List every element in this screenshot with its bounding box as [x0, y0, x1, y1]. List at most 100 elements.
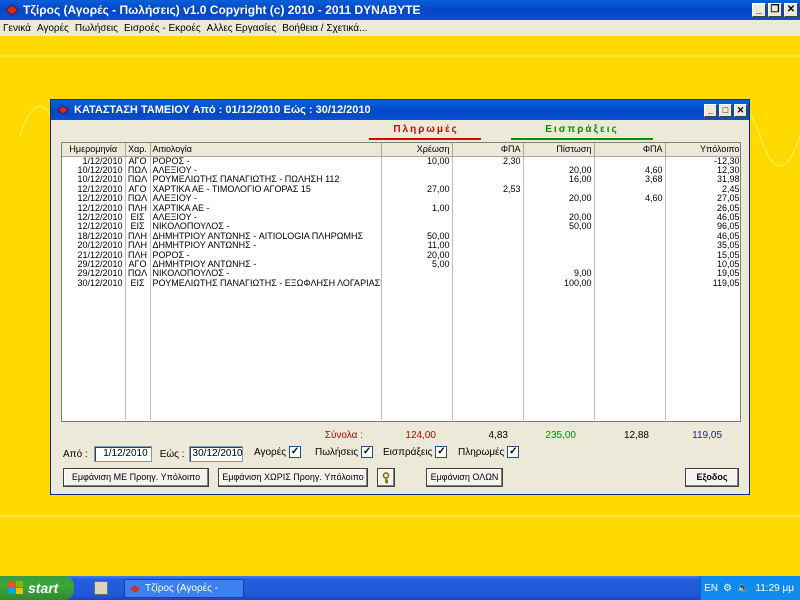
table-row[interactable]: 12/12/2010 ΠΩΛ ΑΛΕΞΙΟΥ - 20,00 4,60 27,05 — [62, 194, 740, 204]
payments-filter: Πληρωμές ✓ — [458, 446, 520, 458]
cell-charge-vat — [452, 203, 524, 213]
close-icon[interactable]: ✕ — [784, 3, 798, 17]
cell-charge-vat — [452, 259, 524, 270]
menu-other-tasks[interactable]: Αλλες Εργασίες — [204, 23, 280, 34]
table-row[interactable]: 1/12/2010 ΑΓΟ ΡΟΡΟΣ -10,00 2,30 -12,30 — [62, 156, 740, 166]
table-row[interactable]: 29/12/2010 ΑΓΟ ΔΗΜΗΤΡΙΟΥ ΑΝΤΩΝΗΣ -5,00 10,0… — [62, 259, 740, 270]
cell-date: 20/12/2010 — [62, 241, 126, 251]
restore-icon[interactable]: ❐ — [768, 3, 782, 17]
menu-general[interactable]: Γενικά — [0, 23, 34, 34]
col-balance[interactable]: Υπόλοιπο — [665, 143, 740, 157]
cell-credit-vat: 4,60 — [594, 165, 666, 176]
dialog-icon — [57, 105, 69, 115]
cell-charge: 1,00 — [381, 203, 453, 213]
taskbar-app-button[interactable]: Τζίρος (Αγορές - Πωλ... — [124, 579, 244, 598]
tray-icon[interactable]: ⚙ — [723, 583, 732, 594]
dialog-title: ΚΑΤΑΣΤΑΣΗ ΤΑΜΕΙΟΥ Από : 01/12/2010 Εώς :… — [74, 104, 371, 116]
show-with-previous-balance-button[interactable]: Εμφάνιση ΜΕ Προηγ. Υπόλοιπο — [63, 468, 209, 487]
show-all-button[interactable]: Εμφάνιση ΟΛΩΝ — [426, 468, 503, 487]
cell-type: ΠΛΗ — [125, 203, 151, 213]
cell-charge-vat — [452, 165, 524, 176]
cell-date: 12/12/2010 — [62, 212, 126, 223]
payments-checkbox[interactable]: ✓ — [507, 446, 520, 458]
purchases-checkbox[interactable]: ✓ — [289, 446, 302, 458]
cell-charge-vat — [452, 222, 524, 232]
menu-inflows-outflows[interactable]: Εισροές - Εκροές — [121, 23, 204, 34]
sales-checkbox[interactable]: ✓ — [361, 446, 374, 458]
col-date[interactable]: Ημερομηνία — [62, 143, 126, 157]
menu-bar: Γενικά Αγορές Πωλήσεις Εισροές - Εκροές … — [0, 20, 800, 36]
cell-credit-vat — [594, 250, 666, 260]
cell-date: 29/12/2010 — [62, 259, 126, 270]
total-credit-vat: 12,88 — [623, 430, 649, 441]
start-button[interactable]: start — [0, 576, 74, 600]
menu-help[interactable]: Βοήθεια / Σχετικά... — [279, 23, 370, 34]
cell-type: ΕΙΣ — [125, 212, 151, 223]
empty-cell — [452, 288, 524, 421]
col-charge-vat[interactable]: ΦΠΑ — [452, 143, 524, 157]
minimize-icon[interactable]: _ — [752, 3, 766, 17]
cell-charge: 10,00 — [381, 156, 453, 166]
from-date-input[interactable]: 1/12/2010 — [93, 446, 152, 462]
cash-grid[interactable]: Ημερομηνία Χαρ. Αιτιολογία Χρέωση ΦΠΑ Πί… — [61, 142, 741, 422]
dialog-title-bar[interactable]: ΚΑΤΑΣΤΑΣΗ ΤΑΜΕΙΟΥ Από : 01/12/2010 Εώς :… — [51, 100, 749, 120]
purchases-filter: Αγορές ✓ — [254, 446, 302, 458]
empty-cell — [665, 288, 740, 421]
cell-charge-vat — [452, 175, 524, 185]
cell-charge — [381, 222, 453, 232]
receipts-checkbox[interactable]: ✓ — [435, 446, 448, 458]
col-credit-vat[interactable]: ΦΠΑ — [594, 143, 666, 157]
table-row[interactable]: 30/12/2010 ΕΙΣ ΡΟΥΜΕΛΙΩΤΗΣ ΠΑΝΑΓΙΩΤΗΣ - ΕΞ… — [62, 278, 740, 289]
volume-icon[interactable]: 🔈 — [737, 583, 749, 594]
cell-balance: 2,45 — [665, 184, 740, 195]
empty-cell — [594, 288, 666, 421]
filter-button[interactable] — [377, 468, 395, 487]
dialog-close-icon[interactable]: ✕ — [734, 103, 747, 117]
show-without-previous-balance-button[interactable]: Εμφάνιση ΧΩΡΙΣ Προηγ. Υπόλοιπο — [218, 468, 368, 487]
cell-date: 12/12/2010 — [62, 203, 126, 213]
col-reason[interactable]: Αιτιολογία — [150, 143, 382, 157]
quick-launch-icon[interactable] — [94, 581, 108, 595]
clock: 11:29 μμ — [755, 582, 794, 594]
table-row[interactable]: 29/12/2010 ΠΩΛ ΝΙΚΟΛΟΠΟΥΛΟΣ - 9,00 19,05 — [62, 269, 740, 279]
table-row[interactable]: 10/12/2010 ΠΩΛ ΑΛΕΞΙΟΥ - 20,00 4,60 12,30 — [62, 165, 740, 176]
dialog-maximize-icon[interactable]: □ — [719, 103, 732, 117]
language-indicator[interactable]: EN — [704, 583, 718, 594]
table-row[interactable]: 18/12/2010 ΠΛΗ ΔΗΜΗΤΡΙΟΥ ΑΝΤΩΝΗΣ - AITIOLO… — [62, 231, 740, 242]
table-row[interactable]: 12/12/2010 ΑΓΟ ΧΑΡΤΙΚΑ ΑΕ - ΤΙΜΟΛΟΓΙΟ ΑΓΟΡ… — [62, 184, 740, 195]
cell-balance: 19,05 — [665, 269, 740, 279]
table-row[interactable]: 12/12/2010 ΕΙΣ ΑΛΕΞΙΟΥ - 20,00 46,05 — [62, 212, 740, 223]
total-charge: 124,00 — [405, 430, 436, 441]
cell-balance: 119,05 — [665, 278, 740, 289]
receipts-filter: Εισπράξεις ✓ — [383, 446, 448, 458]
cell-charge-vat — [452, 212, 524, 223]
totals-label: Σύνολα : — [324, 430, 363, 441]
app-title-bar[interactable]: Τζίρος (Αγορές - Πωλήσεις) v1.0 Copyrigh… — [0, 0, 800, 20]
menu-sales[interactable]: Πωλήσεις — [72, 23, 121, 34]
table-row[interactable]: 12/12/2010 ΕΙΣ ΝΙΚΟΛΟΠΟΥΛΟΣ - 50,00 96,05 — [62, 222, 740, 232]
cell-balance: 12,30 — [665, 165, 740, 176]
table-row[interactable]: 10/12/2010 ΠΩΛ ΡΟΥΜΕΛΙΩΤΗΣ ΠΑΝΑΓΙΩΤΗΣ - ΠΩ… — [62, 175, 740, 185]
cell-type: ΕΙΣ — [125, 222, 151, 232]
col-type[interactable]: Χαρ. — [125, 143, 151, 157]
dialog-minimize-icon[interactable]: _ — [704, 103, 717, 117]
col-charge[interactable]: Χρέωση — [381, 143, 453, 157]
cell-balance: 46,05 — [665, 231, 740, 242]
grid-header-row: Ημερομηνία Χαρ. Αιτιολογία Χρέωση ΦΠΑ Πί… — [62, 143, 740, 157]
cell-charge-vat — [452, 231, 524, 242]
cell-credit — [523, 241, 595, 251]
table-row[interactable]: 21/12/2010 ΠΛΗ ΡΟΡΟΣ -20,00 15,05 — [62, 250, 740, 260]
col-credit[interactable]: Πίστωση — [523, 143, 595, 157]
to-date-input[interactable]: 30/12/2010 — [188, 446, 243, 462]
table-row[interactable]: 20/12/2010 ΠΛΗ ΔΗΜΗΤΡΙΟΥ ΑΝΤΩΝΗΣ -11,00 35,… — [62, 241, 740, 251]
table-row[interactable]: 12/12/2010 ΠΛΗ ΧΑΡΤΙΚΑ ΑΕ -1,00 26,05 — [62, 203, 740, 213]
cell-date: 1/12/2010 — [62, 156, 126, 166]
cell-credit-vat — [594, 222, 666, 232]
cell-credit-vat — [594, 269, 666, 279]
cell-reason: ΑΛΕΞΙΟΥ - — [150, 212, 382, 223]
exit-button[interactable]: Εξοδος — [685, 468, 739, 487]
cell-reason: ΡΟΥΜΕΛΙΩΤΗΣ ΠΑΝΑΓΙΩΤΗΣ - ΕΞΩΦΛΗΣΗ ΛΟΓΑΡΙ… — [150, 278, 382, 289]
cell-date: 29/12/2010 — [62, 269, 126, 279]
cell-type: ΑΓΟ — [125, 184, 151, 195]
menu-purchases[interactable]: Αγορές — [34, 23, 72, 34]
